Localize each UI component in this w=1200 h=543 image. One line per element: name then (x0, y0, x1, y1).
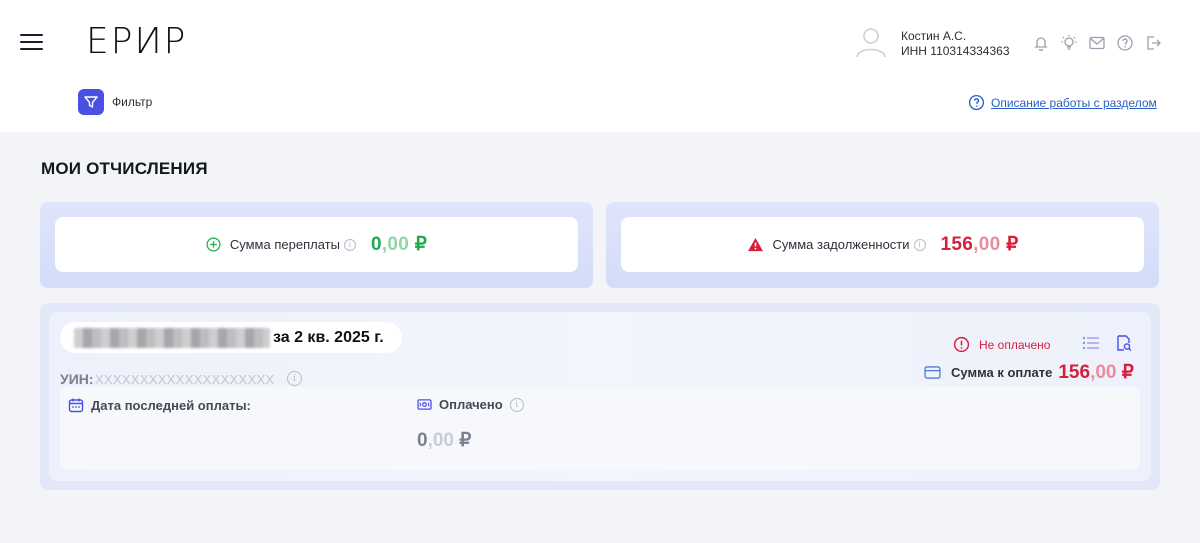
help-circle-icon (968, 94, 985, 111)
list-icon[interactable] (1082, 336, 1100, 350)
last-payment-label: Дата последней оплаты: (91, 397, 251, 413)
info-icon[interactable]: i (287, 371, 302, 386)
paid-amount: 0,00 ₽ (417, 429, 471, 452)
debt-int: 156 (940, 234, 974, 255)
payment-details: Дата последней оплаты: Оплачено i 0,00 ₽ (60, 387, 1140, 470)
overpayment-int: 0 (370, 234, 382, 255)
warning-icon (747, 237, 763, 252)
user-inn: ИНН 110314334363 (901, 44, 1010, 58)
debt-card: Сумма задолженности i 156,00 ₽ (606, 202, 1159, 288)
uin-label: УИН: (60, 371, 94, 387)
overpayment-card-inner: Сумма переплаты i 0,00 ₽ (55, 217, 578, 272)
overpayment-label: Сумма переплаты (229, 237, 340, 252)
debt-card-inner: Сумма задолженности i 156,00 ₽ (621, 217, 1144, 272)
amount-due-int: 156 (1058, 362, 1091, 383)
filter-button[interactable] (78, 89, 104, 115)
overpayment-card: Сумма переплаты i 0,00 ₽ (40, 202, 593, 288)
overpayment-cents: ,00 (381, 234, 410, 255)
status-text: Не оплачено (979, 337, 1051, 352)
redacted-name (74, 327, 270, 348)
top-header: ЕРИР Костин А.С. ИНН 110314334363 Фильтр… (0, 0, 1200, 132)
debt-currency: ₽ (1006, 234, 1019, 255)
paid-label: Оплачено (439, 397, 503, 412)
document-search-icon[interactable] (1115, 334, 1133, 352)
amount-due-currency: ₽ (1121, 362, 1134, 383)
lightbulb-icon[interactable] (1060, 34, 1078, 52)
menu-icon[interactable] (20, 34, 43, 50)
debt-amount: 156,00 ₽ (941, 233, 1019, 256)
page-title: МОИ ОТЧИСЛЕНИЯ (41, 159, 208, 178)
user-name: Костин А.С. (901, 29, 967, 43)
cash-icon (417, 399, 432, 410)
info-icon[interactable]: i (509, 397, 524, 412)
accrual-card: за 2 кв. 2025 г. УИН: XXXXXXXXXXXXXXXXXX… (40, 303, 1160, 490)
bell-icon[interactable] (1032, 34, 1050, 52)
paid-currency: ₽ (459, 430, 472, 451)
app-logo[interactable]: ЕРИР (86, 22, 187, 62)
plus-circle-icon (206, 237, 221, 252)
filter-icon (84, 96, 98, 108)
uin-value: XXXXXXXXXXXXXXXXXXXX (95, 372, 275, 387)
accrual-card-inner: за 2 кв. 2025 г. УИН: XXXXXXXXXXXXXXXXXX… (49, 312, 1151, 481)
question-icon[interactable] (1116, 34, 1134, 52)
overpayment-currency: ₽ (414, 234, 428, 255)
period-pill: за 2 кв. 2025 г. (60, 322, 402, 353)
amount-due-cents: ,00 (1090, 362, 1117, 383)
payment-status: Не оплачено (953, 336, 1050, 353)
amount-due-row: Сумма к оплате 156,00 ₽ (924, 361, 1134, 384)
alert-circle-icon (953, 336, 970, 353)
last-payment: Дата последней оплаты: (68, 397, 251, 413)
calendar-icon (68, 398, 84, 413)
period-text: за 2 кв. 2025 г. (273, 328, 384, 346)
help-link-text[interactable]: Описание работы с разделом (991, 96, 1157, 110)
amount-due-label: Сумма к оплате (951, 365, 1053, 380)
logout-icon[interactable] (1144, 34, 1162, 52)
debt-cents: ,00 (973, 234, 1001, 255)
amount-due-value: 156,00 ₽ (1058, 361, 1134, 384)
overpayment-amount: 0,00 ₽ (371, 233, 427, 256)
user-avatar-icon[interactable] (854, 26, 888, 58)
paid-cents: ,00 (427, 430, 454, 451)
paid-section: Оплачено i (417, 397, 524, 412)
card-icon (924, 366, 941, 379)
mail-icon[interactable] (1088, 34, 1106, 52)
help-link[interactable]: Описание работы с разделом (968, 94, 1157, 111)
info-icon[interactable]: i (913, 238, 926, 251)
info-icon[interactable]: i (343, 238, 356, 251)
debt-label: Сумма задолженности (772, 237, 910, 252)
paid-int: 0 (417, 430, 428, 451)
filter-label[interactable]: Фильтр (112, 95, 152, 109)
